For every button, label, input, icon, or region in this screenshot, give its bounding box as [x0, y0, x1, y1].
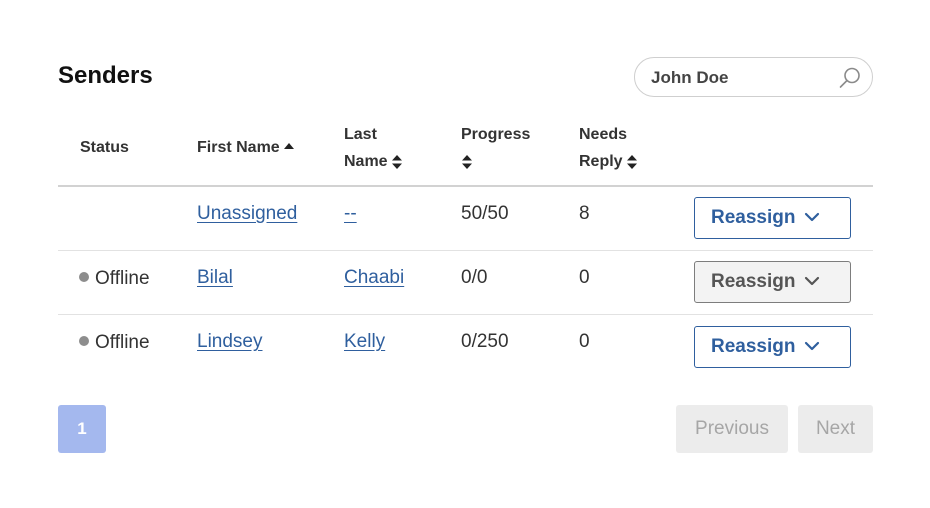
chevron-down-icon [804, 212, 820, 222]
row-divider [58, 314, 873, 315]
needs-reply-value: 0 [579, 331, 590, 352]
previous-button[interactable]: Previous [676, 405, 788, 453]
first-name-link[interactable]: Bilal [197, 266, 233, 290]
progress-value: 0/0 [461, 267, 488, 288]
status-badge: Offline [79, 267, 150, 291]
page-button-current[interactable]: 1 [58, 405, 106, 453]
sort-icon[interactable] [461, 154, 473, 170]
status-badge: Offline [79, 331, 150, 355]
status-dot-icon [79, 271, 89, 282]
sort-icon[interactable] [626, 154, 638, 170]
reassign-button[interactable]: Reassign [694, 326, 851, 368]
last-name-link[interactable]: Kelly [344, 330, 385, 354]
needs-reply-value: 0 [579, 267, 590, 288]
column-header-status: Status [80, 139, 129, 156]
sort-ascending-icon[interactable] [283, 141, 295, 155]
needs-reply-value: 8 [579, 203, 590, 224]
search-input[interactable] [651, 67, 836, 89]
progress-value: 0/250 [461, 331, 509, 352]
status-dot-icon [79, 335, 89, 346]
progress-value: 50/50 [461, 203, 509, 224]
search-icon[interactable] [838, 66, 862, 90]
last-name-link[interactable]: Chaabi [344, 266, 404, 290]
column-header-first-name[interactable]: First Name [197, 134, 295, 161]
column-header-progress[interactable]: Progress [461, 121, 530, 175]
page-title: Senders [58, 62, 153, 89]
chevron-down-icon [804, 276, 820, 286]
first-name-link[interactable]: Lindsey [197, 330, 263, 354]
chevron-down-icon [804, 341, 820, 351]
column-header-needs-reply[interactable]: Needs Reply [579, 121, 638, 175]
sort-icon[interactable] [391, 154, 403, 170]
last-name-link[interactable]: -- [344, 202, 357, 226]
search-box[interactable] [634, 57, 873, 97]
column-header-last-name[interactable]: Last Name [344, 121, 403, 175]
reassign-button[interactable]: Reassign [694, 197, 851, 239]
reassign-button[interactable]: Reassign [694, 261, 851, 303]
next-button[interactable]: Next [798, 405, 873, 453]
table-header-divider [58, 185, 873, 187]
row-divider [58, 250, 873, 251]
first-name-link[interactable]: Unassigned [197, 202, 297, 226]
